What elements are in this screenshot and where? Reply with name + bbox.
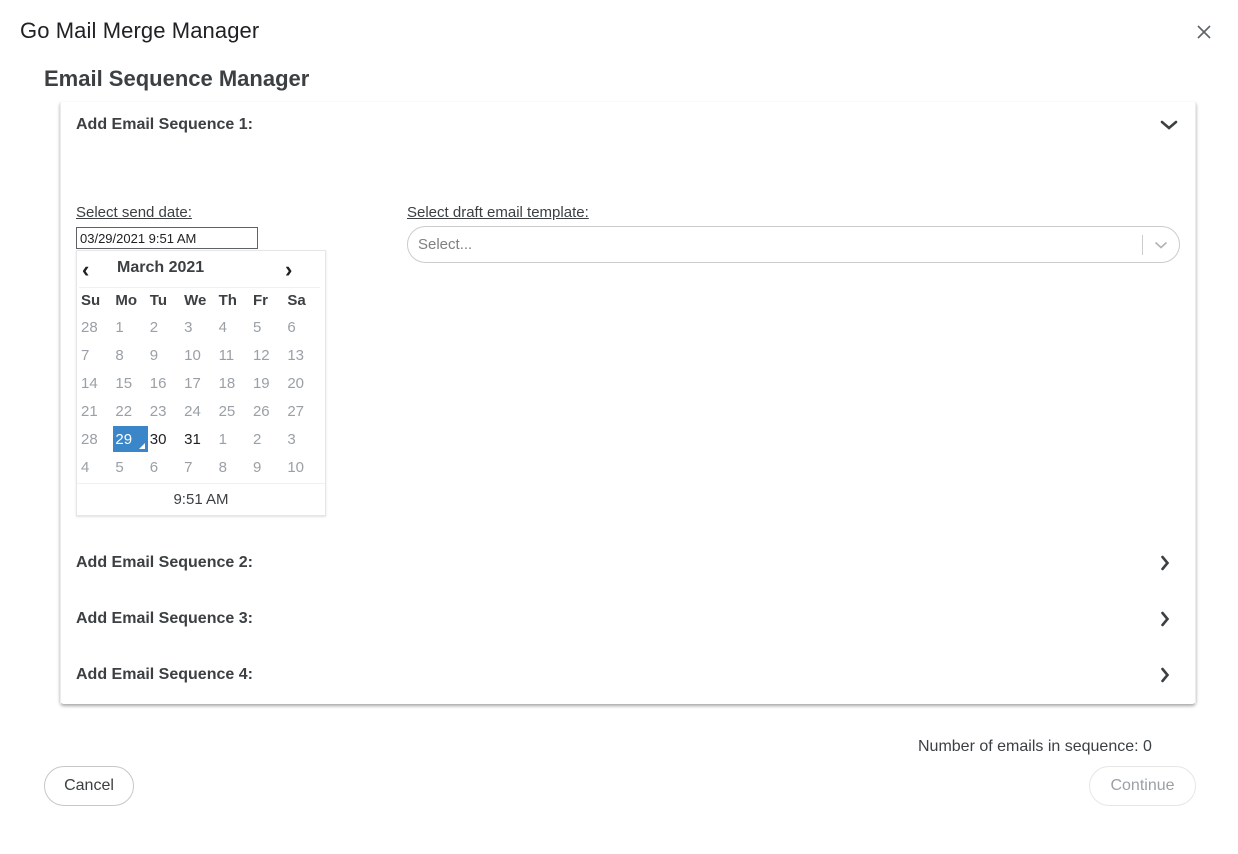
calendar-day[interactable]: 6	[148, 454, 182, 480]
calendar-day[interactable]: 7	[182, 454, 216, 480]
cancel-button[interactable]: Cancel	[44, 766, 134, 806]
calendar-day[interactable]: 8	[113, 342, 147, 368]
calendar-day[interactable]: 12	[251, 342, 285, 368]
sequence-3-label: Add Email Sequence 3:	[76, 610, 253, 627]
calendar-day[interactable]: 27	[285, 398, 319, 424]
chevron-down-icon[interactable]	[1143, 227, 1179, 262]
sequence-2-header[interactable]: Add Email Sequence 2:	[76, 548, 1180, 578]
sequence-3-header[interactable]: Add Email Sequence 3:	[76, 604, 1180, 634]
sequence-1-header[interactable]: Add Email Sequence 1:	[76, 110, 1180, 140]
calendar-day[interactable]: 26	[251, 398, 285, 424]
calendar-weekday-row: Su Mo Tu We Th Fr Sa	[79, 287, 320, 313]
calendar-day-selected[interactable]: 29	[113, 426, 148, 452]
dialog-title: Go Mail Merge Manager	[20, 18, 260, 43]
calendar-day[interactable]: 2	[148, 314, 182, 340]
calendar-day[interactable]: 11	[217, 342, 251, 368]
calendar-day[interactable]: 13	[285, 342, 319, 368]
calendar-day[interactable]: 7	[79, 342, 113, 368]
sequence-2-label: Add Email Sequence 2:	[76, 554, 253, 571]
calendar-month-title: March 2021	[117, 259, 205, 276]
calendar-day[interactable]: 23	[148, 398, 182, 424]
calendar-day[interactable]: 6	[285, 314, 319, 340]
chevron-right-icon	[1160, 667, 1180, 683]
calendar-day[interactable]: 14	[79, 370, 113, 396]
calendar-day[interactable]: 1	[113, 314, 147, 340]
chevron-right-icon	[1160, 555, 1180, 571]
next-month-button[interactable]: ›	[285, 259, 292, 281]
sequence-4-header[interactable]: Add Email Sequence 4:	[76, 660, 1180, 690]
calendar-day[interactable]: 5	[113, 454, 147, 480]
email-count-text: Number of emails in sequence: 0	[918, 738, 1152, 755]
calendar-day[interactable]: 22	[113, 398, 147, 424]
sequence-panel: Add Email Sequence 1: Select send date: …	[60, 102, 1196, 704]
calendar-week-row: 7 8 9 10 11 12 13	[79, 341, 320, 369]
weekday-label: We	[184, 292, 207, 309]
weekday-label: Sa	[287, 292, 306, 309]
calendar-day[interactable]: 8	[217, 454, 251, 480]
calendar-day[interactable]: 30	[148, 426, 182, 452]
sequence-1-label: Add Email Sequence 1:	[76, 116, 253, 133]
send-date-input[interactable]	[76, 227, 258, 249]
template-select-placeholder: Select...	[418, 236, 473, 253]
calendar-week-row: 21 22 23 24 25 26 27	[79, 397, 320, 425]
calendar-day[interactable]: 9	[148, 342, 182, 368]
calendar-week-row: 28 29 30 31 1 2 3	[79, 425, 320, 453]
calendar-week-row: 4 5 6 7 8 9 10	[79, 453, 320, 481]
close-button[interactable]	[1190, 18, 1218, 46]
chevron-right-icon	[1160, 611, 1180, 627]
page-title: Email Sequence Manager	[44, 66, 310, 91]
calendar-day[interactable]: 28	[79, 426, 113, 452]
calendar-day[interactable]: 19	[251, 370, 285, 396]
calendar-day[interactable]: 24	[182, 398, 216, 424]
calendar-day[interactable]: 16	[148, 370, 182, 396]
calendar-day[interactable]: 9	[251, 454, 285, 480]
send-date-label: Select send date:	[76, 204, 192, 221]
chevron-down-icon	[1160, 120, 1180, 130]
prev-month-button[interactable]: ‹	[82, 259, 89, 281]
calendar-day[interactable]: 15	[113, 370, 147, 396]
calendar-day[interactable]: 3	[285, 426, 319, 452]
calendar-day[interactable]: 21	[79, 398, 113, 424]
calendar-day[interactable]: 1	[217, 426, 251, 452]
date-picker: ‹ March 2021 › Su Mo Tu We Th Fr Sa 28 1…	[76, 250, 326, 516]
template-select[interactable]: Select...	[407, 226, 1180, 263]
calendar-day[interactable]: 5	[251, 314, 285, 340]
weekday-label: Mo	[115, 292, 138, 309]
sequence-4-label: Add Email Sequence 4:	[76, 666, 253, 683]
weekday-label: Fr	[252, 292, 268, 309]
calendar-day[interactable]: 18	[217, 370, 251, 396]
calendar-day[interactable]: 31	[182, 426, 216, 452]
calendar-day[interactable]: 4	[217, 314, 251, 340]
calendar-day[interactable]: 28	[79, 314, 113, 340]
weekday-label: Su	[81, 292, 101, 309]
calendar-day[interactable]: 4	[79, 454, 113, 480]
calendar-week-row: 28 1 2 3 4 5 6	[79, 313, 320, 341]
weekday-label: Tu	[149, 292, 167, 309]
weekday-label: Th	[218, 292, 237, 309]
calendar-day[interactable]: 10	[182, 342, 216, 368]
calendar-day[interactable]: 3	[182, 314, 216, 340]
calendar-week-row: 14 15 16 17 18 19 20	[79, 369, 320, 397]
template-label: Select draft email template:	[407, 204, 589, 221]
calendar-day[interactable]: 20	[285, 370, 319, 396]
close-icon	[1197, 25, 1211, 39]
calendar-day[interactable]: 10	[285, 454, 319, 480]
continue-button[interactable]: Continue	[1089, 766, 1196, 806]
calendar-day[interactable]: 25	[217, 398, 251, 424]
calendar-grid: Su Mo Tu We Th Fr Sa 28 1 2 3 4 5 6 7 8 …	[79, 287, 320, 481]
calendar-day[interactable]: 2	[251, 426, 285, 452]
time-selector[interactable]: 9:51 AM	[77, 483, 325, 515]
calendar-day[interactable]: 17	[182, 370, 216, 396]
